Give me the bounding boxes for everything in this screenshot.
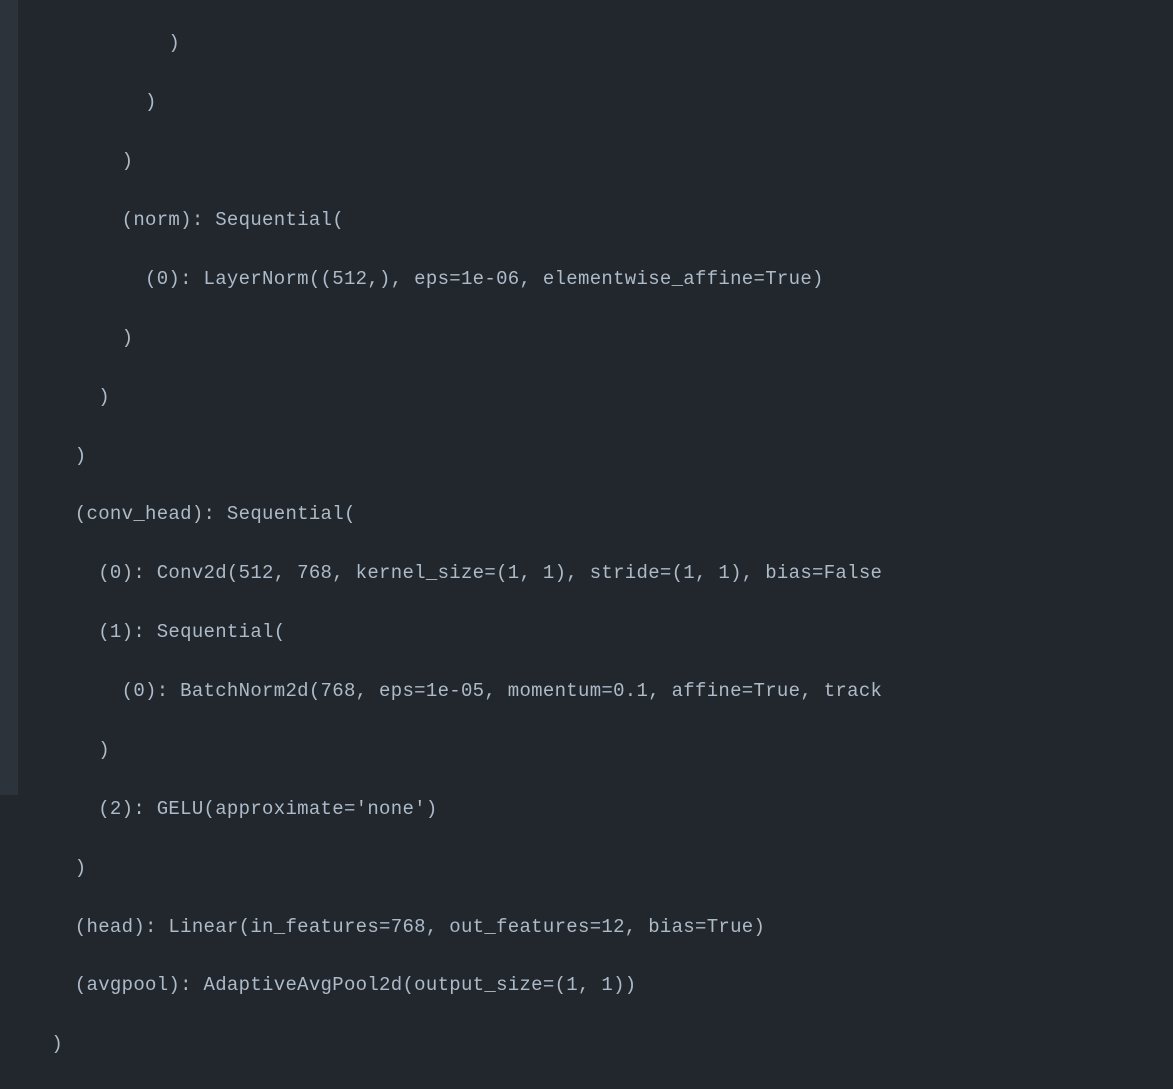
code-line: ) bbox=[28, 29, 1173, 58]
code-line: (1): Sequential( bbox=[28, 618, 1173, 647]
code-line: (0): LayerNorm((512,), eps=1e-06, elemen… bbox=[28, 265, 1173, 294]
code-line: (conv_head): Sequential( bbox=[28, 500, 1173, 529]
code-line: (2): GELU(approximate='none') bbox=[28, 795, 1173, 824]
code-output-block[interactable]: ) ) ) (norm): Sequential( (0): LayerNorm… bbox=[0, 0, 1173, 1089]
code-line: ) bbox=[28, 324, 1173, 353]
code-line: (0): BatchNorm2d(768, eps=1e-05, momentu… bbox=[28, 677, 1173, 706]
code-line: (norm): Sequential( bbox=[28, 206, 1173, 235]
code-line: (avgpool): AdaptiveAvgPool2d(output_size… bbox=[28, 971, 1173, 1000]
code-line: ) bbox=[28, 442, 1173, 471]
code-line: ) bbox=[28, 736, 1173, 765]
code-gutter bbox=[0, 0, 18, 795]
code-line: (head): Linear(in_features=768, out_feat… bbox=[28, 913, 1173, 942]
code-line: (0): Conv2d(512, 768, kernel_size=(1, 1)… bbox=[28, 559, 1173, 588]
code-line: ) bbox=[28, 1030, 1173, 1059]
code-line: ) bbox=[28, 383, 1173, 412]
code-line: ) bbox=[28, 854, 1173, 883]
code-line: ) bbox=[28, 147, 1173, 176]
code-line: ) bbox=[28, 88, 1173, 117]
